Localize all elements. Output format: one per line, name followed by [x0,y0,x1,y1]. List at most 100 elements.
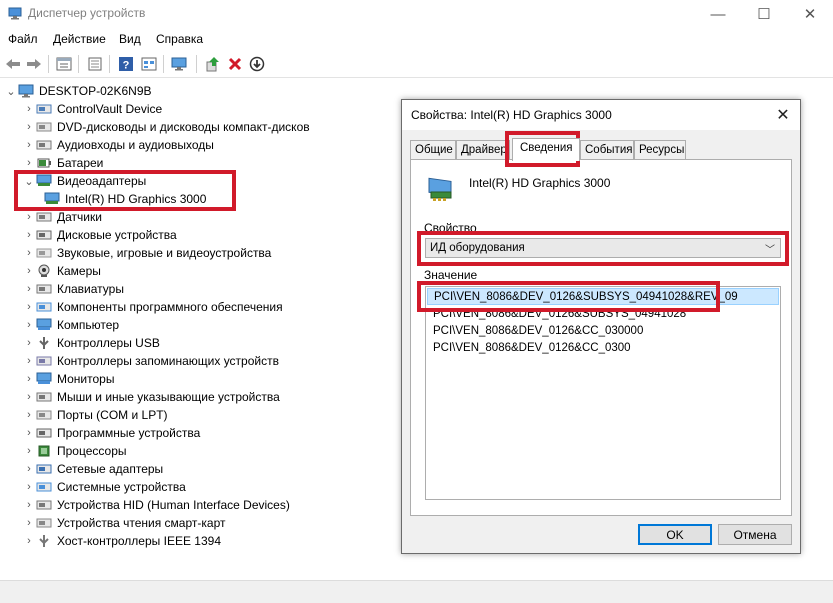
list-item[interactable]: PCI\VEN_8086&DEV_0126&CC_0300 [427,340,779,357]
tree-item[interactable]: › Процессоры [22,442,127,460]
chevron-right-icon[interactable]: › [22,478,36,496]
list-item[interactable]: PCI\VEN_8086&DEV_0126&SUBSYS_04941028&RE… [427,288,779,305]
chevron-right-icon[interactable]: › [22,388,36,406]
chevron-right-icon[interactable]: › [22,496,36,514]
tree-item-label: Контроллеры USB [57,336,160,350]
tree-item[interactable]: › ControlVault Device [22,100,162,118]
chevron-right-icon[interactable]: › [22,352,36,370]
list-item[interactable]: PCI\VEN_8086&DEV_0126&SUBSYS_04941028 [427,306,779,323]
property-label: Свойство [424,221,477,235]
tree-item-label: Сетевые адаптеры [57,462,164,476]
chevron-down-icon[interactable]: ⌄ [22,172,36,190]
chevron-right-icon[interactable]: › [22,514,36,532]
tree-item[interactable]: › DVD-дисководы и дисководы компакт-диско… [22,118,309,136]
chevron-right-icon[interactable]: › [22,442,36,460]
display-adapter-icon [36,174,52,186]
tree-item[interactable]: › Мыши и иные указывающие устройства [22,388,280,406]
chevron-right-icon[interactable]: › [22,100,36,118]
chevron-right-icon[interactable]: › [22,262,36,280]
chevron-right-icon[interactable]: › [22,334,36,352]
tree-item-label: Процессоры [57,444,127,458]
tree-item[interactable]: › Компьютер [22,316,119,334]
tree-item[interactable]: › Камеры [22,262,101,280]
tab-driver[interactable]: Драйвер [456,140,510,160]
value-listbox[interactable]: PCI\VEN_8086&DEV_0126&SUBSYS_04941028&RE… [425,286,781,500]
mouse-icon [36,392,52,402]
tree-item[interactable]: › Системные устройства [22,478,186,496]
keyboard-icon [36,284,52,294]
ok-button[interactable]: OK [638,524,712,545]
chevron-right-icon[interactable]: › [22,280,36,298]
tree-item[interactable]: › Устройства HID (Human Interface Devices… [22,496,290,514]
tree-item[interactable]: › Клавиатуры [22,280,124,298]
dialog-close-button[interactable]: ✕ [772,104,794,126]
menu-action[interactable]: Действие [53,32,106,46]
tree-item[interactable]: › Порты (COM и LPT) [22,406,167,424]
tree-item-label: Камеры [57,264,101,278]
tree-item[interactable]: › Мониторы [22,370,114,388]
minimize-button[interactable]: — [695,0,741,28]
tab-general[interactable]: Общие [410,140,456,160]
tree-root[interactable]: ⌄ DESKTOP-02K6N9B [4,82,151,100]
chevron-right-icon[interactable]: › [22,460,36,478]
close-button[interactable]: ✕ [787,0,833,28]
monitor-scan-icon[interactable] [170,54,190,74]
tree-item[interactable]: › Компоненты программного обеспечения [22,298,283,316]
chevron-right-icon[interactable]: › [22,370,36,388]
chevron-right-icon[interactable]: › [22,424,36,442]
tree-item[interactable]: › Датчики [22,208,102,226]
maximize-button[interactable]: ☐ [741,0,787,28]
back-icon[interactable] [3,54,23,74]
tree-item[interactable]: › Батареи [22,154,103,172]
tree-item[interactable]: › Контроллеры USB [22,334,160,352]
chevron-right-icon[interactable]: › [22,154,36,172]
menu-help[interactable]: Справка [156,32,203,46]
tree-item[interactable]: › Звуковые, игровые и видеоустройства [22,244,271,262]
property-select[interactable]: ИД оборудования ﹀ [425,238,781,258]
tab-events[interactable]: События [580,140,634,160]
menu-view[interactable]: Вид [119,32,141,46]
tree-item-label: Intel(R) HD Graphics 3000 [65,192,207,206]
port-icon [36,410,52,420]
tree-item[interactable]: › Дисковые устройства [22,226,177,244]
cancel-button[interactable]: Отмена [718,524,792,545]
tree-item[interactable]: › Сетевые адаптеры [22,460,163,478]
chevron-right-icon[interactable]: › [22,298,36,316]
properties-icon[interactable] [85,54,105,74]
view-icon[interactable] [139,54,159,74]
disable-icon[interactable] [247,54,267,74]
monitor-icon [36,372,52,384]
tree-item[interactable]: › Хост-контроллеры IEEE 1394 [22,532,221,550]
show-hide-icon[interactable] [54,54,74,74]
chevron-right-icon[interactable]: › [22,118,36,136]
tree-item[interactable]: ⌄ Видеоадаптеры [22,172,146,190]
forward-icon[interactable] [24,54,44,74]
status-bar [0,580,833,603]
tree-item-label: Звуковые, игровые и видеоустройства [57,246,272,260]
tree-item-label: ControlVault Device [57,102,163,116]
usb-icon [39,337,49,349]
chevron-right-icon[interactable]: › [22,226,36,244]
chevron-right-icon[interactable]: › [22,532,36,550]
tab-details[interactable]: Сведения [512,138,580,161]
help-icon[interactable]: ? [116,54,136,74]
chevron-right-icon[interactable]: › [22,316,36,334]
uninstall-icon[interactable] [225,54,245,74]
tree-item-label: Компоненты программного обеспечения [57,300,283,314]
chevron-right-icon[interactable]: › [22,244,36,262]
chevron-right-icon[interactable]: › [22,406,36,424]
chevron-right-icon[interactable]: › [22,208,36,226]
menu-file[interactable]: Файл [8,32,38,46]
chevron-down-icon[interactable]: ⌄ [4,82,18,100]
tree-item[interactable]: Intel(R) HD Graphics 3000 [44,190,206,208]
tab-resources[interactable]: Ресурсы [634,140,686,160]
chevron-right-icon[interactable]: › [22,136,36,154]
list-item[interactable]: PCI\VEN_8086&DEV_0126&CC_030000 [427,323,779,340]
update-driver-icon[interactable] [203,54,223,74]
tree-item[interactable]: › Программные устройства [22,424,200,442]
sound-icon [36,248,52,258]
storage-controller-icon [36,356,52,366]
tree-item[interactable]: › Аудиовходы и аудиовыходы [22,136,214,154]
tree-item[interactable]: › Устройства чтения смарт-карт [22,514,225,532]
tree-item[interactable]: › Контроллеры запоминающих устройств [22,352,279,370]
